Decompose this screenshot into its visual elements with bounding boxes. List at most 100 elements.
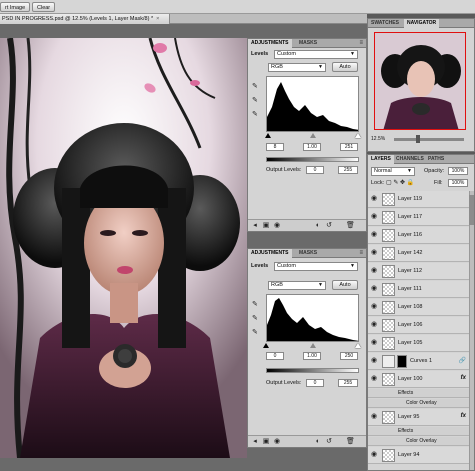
reset-icon[interactable]: ↺ <box>325 438 333 446</box>
fx-icon[interactable]: fx <box>461 413 466 419</box>
input-black-slider[interactable] <box>265 133 271 138</box>
input-white-field-2[interactable]: 250 <box>340 352 358 360</box>
view-previous-icon[interactable]: ◐ <box>314 222 322 230</box>
effect-row[interactable]: Color Overlay <box>368 399 471 408</box>
input-gamma-field[interactable]: 1.00 <box>303 143 321 151</box>
input-gamma-slider[interactable] <box>310 133 316 138</box>
clip-to-layer-icon[interactable]: ▣ <box>262 438 270 446</box>
gray-eyedropper-icon[interactable]: ✎ <box>252 315 260 323</box>
tab-channels[interactable]: CHANNELS <box>393 155 427 164</box>
eye-icon[interactable]: ◉ <box>371 213 379 221</box>
effect-row[interactable]: Color Overlay <box>368 437 471 446</box>
effects-row[interactable]: Effects <box>368 389 471 398</box>
reset-icon[interactable]: ↺ <box>325 222 333 230</box>
eye-icon[interactable]: ◉ <box>371 413 379 421</box>
auto-button[interactable]: Auto <box>332 62 358 72</box>
eye-icon[interactable]: ◉ <box>371 285 379 293</box>
layers-scrollbar-thumb[interactable] <box>469 195 474 225</box>
white-eyedropper-icon[interactable]: ✎ <box>252 111 260 119</box>
eye-icon[interactable]: ◉ <box>371 267 379 275</box>
eye-icon[interactable]: ◉ <box>371 249 379 257</box>
black-eyedropper-icon[interactable]: ✎ <box>252 83 260 91</box>
layer-row[interactable]: ◉ Layer 119 <box>368 191 471 208</box>
view-previous-icon[interactable]: ◐ <box>314 438 322 446</box>
tab-navigator[interactable]: NAVIGATOR <box>404 19 440 28</box>
layer-thumbnail <box>382 411 395 424</box>
fx-icon[interactable]: fx <box>461 375 466 381</box>
eye-icon[interactable]: ◉ <box>371 357 379 365</box>
input-white-field[interactable]: 251 <box>340 143 358 151</box>
eye-icon[interactable]: ◉ <box>371 451 379 459</box>
eye-icon[interactable]: ◉ <box>371 321 379 329</box>
layer-row[interactable]: ◉ Layer 100 fx <box>368 371 471 388</box>
white-eyedropper-icon[interactable]: ✎ <box>252 329 260 337</box>
panel-menu-icon[interactable]: ≡ <box>359 40 363 47</box>
input-black-field-2[interactable]: 0 <box>266 352 284 360</box>
layer-row[interactable]: ◉ Layer 116 <box>368 227 471 244</box>
zoom-value[interactable]: 12.5% <box>371 136 385 142</box>
channel-select[interactable]: RGB ▼ <box>268 63 326 72</box>
back-arrow-icon[interactable]: ◂ <box>251 438 259 446</box>
clear-button[interactable]: Clear <box>32 2 56 12</box>
tab-paths[interactable]: PATHS <box>425 155 447 164</box>
tab-adjustments[interactable]: ADJUSTMENTS <box>248 39 292 48</box>
preset-select[interactable]: Custom ▼ <box>274 50 358 59</box>
eye-icon[interactable]: ◉ <box>371 303 379 311</box>
navigator-preview[interactable] <box>374 32 466 130</box>
eye-icon[interactable]: ◉ <box>371 195 379 203</box>
input-gamma-slider-2[interactable] <box>310 343 316 348</box>
input-gamma-field-2[interactable]: 1.00 <box>303 352 321 360</box>
layer-row[interactable]: ◉ Layer 117 <box>368 209 471 226</box>
input-white-slider[interactable] <box>355 133 361 138</box>
opacity-field[interactable]: 100% <box>448 167 468 175</box>
tab-masks[interactable]: MASKS <box>296 39 320 48</box>
visibility-eye-icon[interactable]: ◉ <box>273 222 281 230</box>
layer-row[interactable]: ◉ Layer 94 <box>368 447 471 464</box>
eye-icon[interactable]: ◉ <box>371 231 379 239</box>
zoom-slider-handle[interactable] <box>416 135 420 143</box>
tab-masks-2[interactable]: MASKS <box>296 249 320 258</box>
preset-select-2[interactable]: Custom ▼ <box>274 262 358 271</box>
layer-row[interactable]: ◉ Layer 111 <box>368 281 471 298</box>
lock-icons[interactable]: ▢ ✎ ✥ 🔒 <box>386 179 414 186</box>
layer-row[interactable]: ◉ Layer 106 <box>368 317 471 334</box>
trash-icon[interactable]: 🗑 <box>346 222 355 230</box>
layer-row[interactable]: ◉ Layer 95 fx <box>368 409 471 426</box>
output-black-field[interactable]: 0 <box>306 166 324 174</box>
eye-icon[interactable]: ◉ <box>371 375 379 383</box>
gray-eyedropper-icon[interactable]: ✎ <box>252 97 260 105</box>
panel-menu-icon[interactable]: ≡ <box>359 250 363 257</box>
eye-icon[interactable]: ◉ <box>371 339 379 347</box>
input-white-slider-2[interactable] <box>355 343 361 348</box>
layer-row[interactable]: ◉ Layer 142 <box>368 245 471 262</box>
trash-icon[interactable]: 🗑 <box>346 438 355 446</box>
effects-row[interactable]: Effects <box>368 427 471 436</box>
print-image-button[interactable]: rt Image <box>0 2 31 12</box>
visibility-eye-icon[interactable]: ◉ <box>273 438 281 446</box>
black-eyedropper-icon[interactable]: ✎ <box>252 301 260 309</box>
output-white-field-2[interactable]: 255 <box>338 379 358 387</box>
input-black-slider-2[interactable] <box>263 343 269 348</box>
layer-name: Layer 117 <box>398 214 423 220</box>
layer-row-curves[interactable]: ◉ Curves 1 🔗 <box>368 353 471 370</box>
layer-row[interactable]: ◉ Layer 112 <box>368 263 471 280</box>
document-tab[interactable]: PSD IN PROGRESS.psd @ 12.5% (Levels 1, L… <box>0 14 170 24</box>
auto-button-2[interactable]: Auto <box>332 280 358 290</box>
output-black-field-2[interactable]: 0 <box>306 379 324 387</box>
blend-mode-select[interactable]: Normal ▼ <box>371 167 415 176</box>
layers-scrollbar[interactable] <box>469 191 474 470</box>
tab-swatches[interactable]: SWATCHES <box>368 19 402 28</box>
tab-adjustments-2[interactable]: ADJUSTMENTS <box>248 249 292 258</box>
channel-select-2[interactable]: RGB ▼ <box>268 281 326 290</box>
fill-field[interactable]: 100% <box>448 179 468 187</box>
layer-row[interactable]: ◉ Layer 105 <box>368 335 471 352</box>
zoom-slider[interactable] <box>394 138 464 141</box>
artwork-canvas[interactable] <box>0 38 247 458</box>
tab-layers[interactable]: LAYERS <box>368 155 394 164</box>
output-white-field[interactable]: 255 <box>338 166 358 174</box>
input-black-field[interactable]: 8 <box>266 143 284 151</box>
clip-to-layer-icon[interactable]: ▣ <box>262 222 270 230</box>
layer-row[interactable]: ◉ Layer 108 <box>368 299 471 316</box>
close-tab-icon[interactable]: × <box>156 16 159 22</box>
back-arrow-icon[interactable]: ◂ <box>251 222 259 230</box>
